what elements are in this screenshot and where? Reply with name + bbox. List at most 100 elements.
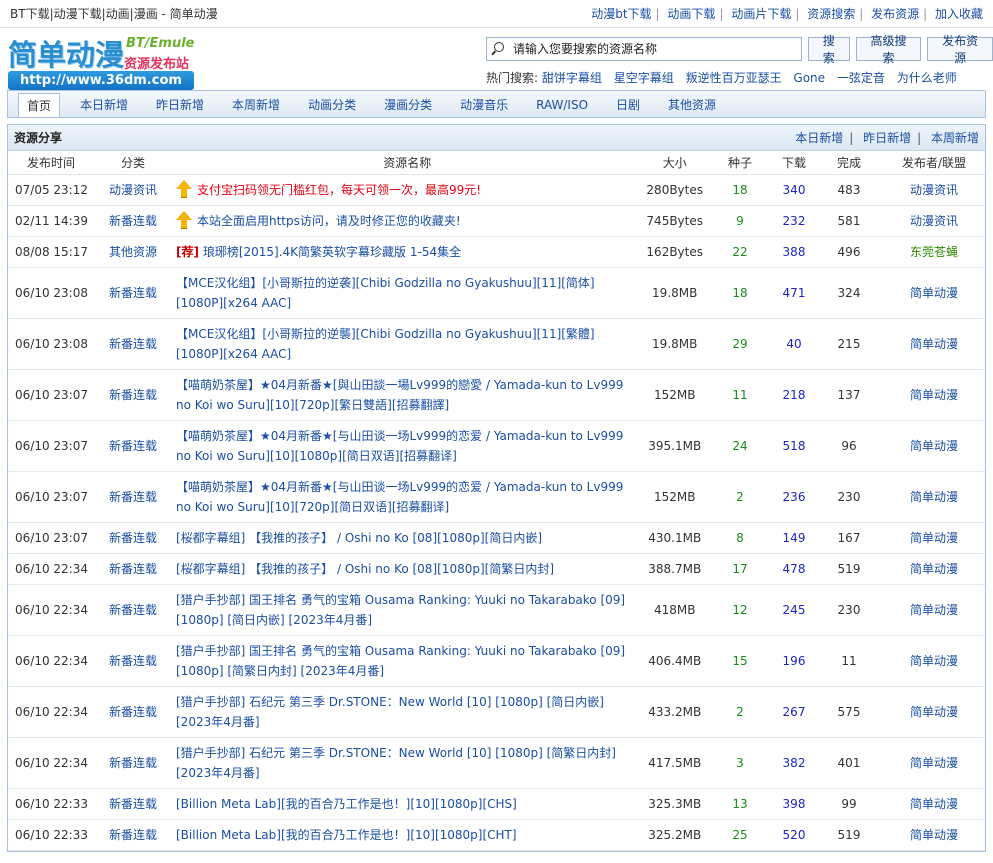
download-count-link[interactable]: 218 (783, 388, 806, 402)
resource-title-link[interactable]: 本站全面启用https访问，请及时修正您的收藏夹! (197, 214, 461, 228)
download-count-link[interactable]: 267 (783, 705, 806, 719)
category-link[interactable]: 新番连载 (109, 337, 157, 351)
category-link[interactable]: 新番连载 (109, 562, 157, 576)
category-link[interactable]: 新番连载 (109, 603, 157, 617)
hot-search-item[interactable]: 一弦定音 (837, 71, 885, 85)
resource-title-link[interactable]: 【喵萌奶茶屋】★04月新番★[与山田谈一场Lv999的恋爱 / Yamada-k… (176, 429, 623, 463)
resource-title-link[interactable]: 【喵萌奶茶屋】★04月新番★[與山田談一場Lv999的戀愛 / Yamada-k… (176, 378, 623, 412)
download-count-link[interactable]: 196 (783, 654, 806, 668)
top-link-bt-download[interactable]: 动漫bt下载 (591, 7, 651, 21)
category-link[interactable]: 新番连载 (109, 214, 157, 228)
search-icon (491, 42, 505, 56)
hot-search-item[interactable]: 星空字幕组 (614, 71, 674, 85)
cell-seeds: 25 (707, 819, 773, 851)
col-publisher: 发布者/联盟 (883, 151, 985, 175)
cell-downloads: 245 (773, 584, 815, 636)
resource-title-link[interactable]: 【MCE汉化组】[小哥斯拉的逆袭][Chibi Godzilla no Gyak… (176, 276, 595, 310)
hot-search-item[interactable]: 为什么老师 (897, 71, 957, 85)
publisher-link[interactable]: 简单动漫 (910, 654, 958, 668)
resource-title-link[interactable]: [Billion Meta Lab][我的百合乃工作是也！][10][1080p… (176, 828, 517, 842)
cell-category: 新番连载 (94, 788, 172, 820)
download-count-link[interactable]: 382 (783, 756, 806, 770)
tab-yesterday[interactable]: 昨日新增 (148, 93, 212, 117)
category-link[interactable]: 新番连载 (109, 286, 157, 300)
tab-this-week[interactable]: 本周新增 (224, 93, 288, 117)
download-count-link[interactable]: 518 (783, 439, 806, 453)
top-link-resource-search[interactable]: 资源搜索 (807, 7, 855, 21)
category-link[interactable]: 动漫资讯 (109, 183, 157, 197)
download-count-link[interactable]: 520 (783, 828, 806, 842)
search-button[interactable]: 搜索 (807, 34, 850, 65)
tab-today[interactable]: 本日新增 (72, 93, 136, 117)
top-link-publish[interactable]: 发布资源 (871, 7, 919, 21)
publisher-link[interactable]: 简单动漫 (910, 705, 958, 719)
tab-anime[interactable]: 动画分类 (300, 93, 364, 117)
panel-link-week[interactable]: 本周新增 (931, 131, 979, 145)
advanced-search-button[interactable]: 高级搜索 (855, 34, 922, 65)
top-link-anime-download[interactable]: 动画下载 (667, 7, 715, 21)
tab-music[interactable]: 动漫音乐 (452, 93, 516, 117)
publisher-link[interactable]: 简单动漫 (910, 603, 958, 617)
download-count-link[interactable]: 471 (783, 286, 806, 300)
category-link[interactable]: 新番连载 (109, 756, 157, 770)
publisher-link[interactable]: 简单动漫 (910, 562, 958, 576)
category-link[interactable]: 新番连载 (109, 828, 157, 842)
top-link-bookmark[interactable]: 加入收藏 (935, 7, 983, 21)
publisher-link[interactable]: 简单动漫 (910, 797, 958, 811)
category-link[interactable]: 新番连载 (109, 388, 157, 402)
download-count-link[interactable]: 388 (783, 245, 806, 259)
tab-jdrama[interactable]: 日剧 (608, 93, 648, 117)
resource-title-link[interactable]: [猎户手抄部] 石纪元 第三季 Dr.STONE：New World [10] … (176, 746, 616, 780)
download-count-link[interactable]: 245 (783, 603, 806, 617)
publisher-link[interactable]: 简单动漫 (910, 337, 958, 351)
panel-link-yesterday[interactable]: 昨日新增 (863, 131, 911, 145)
resource-title-link[interactable]: [桜都字幕组] 【我推的孩子】 / Oshi no Ko [08][1080p]… (176, 531, 542, 545)
resource-title-link[interactable]: [猎户手抄部] 国王排名 勇气的宝箱 Ousama Ranking: Yuuki… (176, 644, 625, 678)
download-count-link[interactable]: 340 (783, 183, 806, 197)
tab-home[interactable]: 首页 (18, 93, 61, 117)
top-link-cartoon-download[interactable]: 动画片下载 (731, 7, 791, 21)
category-link[interactable]: 其他资源 (109, 245, 157, 259)
resource-title-link[interactable]: 【喵萌奶茶屋】★04月新番★[与山田谈一场Lv999的恋爱 / Yamada-k… (176, 480, 623, 514)
hot-search-item[interactable]: Gone (793, 71, 825, 85)
download-count-link[interactable]: 398 (783, 797, 806, 811)
category-link[interactable]: 新番连载 (109, 705, 157, 719)
cell-size: 280Bytes (642, 174, 707, 206)
resource-title-link[interactable]: [猎户手抄部] 国王排名 勇气的宝箱 Ousama Ranking: Yuuki… (176, 593, 625, 627)
download-count-link[interactable]: 236 (783, 490, 806, 504)
category-link[interactable]: 新番连载 (109, 490, 157, 504)
search-input[interactable] (511, 41, 791, 57)
resource-title-link[interactable]: 支付宝扫码领无门槛红包，每天可领一次，最高99元! (197, 183, 481, 197)
resource-title-link[interactable]: 琅琊榜[2015].4K简繁英软字幕珍藏版 1-54集全 (203, 245, 461, 259)
publish-resource-button[interactable]: 发布资源 (927, 34, 993, 65)
resource-title-link[interactable]: [Billion Meta Lab][我的百合乃工作是也！][10][1080p… (176, 797, 517, 811)
publisher-link[interactable]: 动漫资讯 (910, 183, 958, 197)
hot-search-item[interactable]: 叛逆性百万亚瑟王 (686, 71, 782, 85)
publisher-link[interactable]: 动漫资讯 (910, 214, 958, 228)
publisher-link[interactable]: 东莞苍蝇 (910, 245, 958, 259)
category-link[interactable]: 新番连载 (109, 797, 157, 811)
resource-title-link[interactable]: [猎户手抄部] 石纪元 第三季 Dr.STONE：New World [10] … (176, 695, 604, 729)
site-logo[interactable]: 简单动漫 BT/Emule 资源发布站 http://www.36dm.com (8, 32, 198, 90)
tab-other[interactable]: 其他资源 (660, 93, 724, 117)
tab-manga[interactable]: 漫画分类 (376, 93, 440, 117)
publisher-link[interactable]: 简单动漫 (910, 388, 958, 402)
publisher-link[interactable]: 简单动漫 (910, 439, 958, 453)
hot-search-item[interactable]: 甜饼字幕组 (542, 71, 602, 85)
download-count-link[interactable]: 40 (786, 337, 801, 351)
download-count-link[interactable]: 478 (783, 562, 806, 576)
panel-link-today[interactable]: 本日新增 (795, 131, 843, 145)
publisher-link[interactable]: 简单动漫 (910, 531, 958, 545)
download-count-link[interactable]: 149 (783, 531, 806, 545)
category-link[interactable]: 新番连载 (109, 531, 157, 545)
publisher-link[interactable]: 简单动漫 (910, 286, 958, 300)
publisher-link[interactable]: 简单动漫 (910, 756, 958, 770)
resource-title-link[interactable]: 【MCE汉化组】[小哥斯拉的逆襲][Chibi Godzilla no Gyak… (176, 327, 595, 361)
tab-raw-iso[interactable]: RAW/ISO (528, 93, 596, 117)
resource-title-link[interactable]: [桜都字幕组] 【我推的孩子】 / Oshi no Ko [08][1080p]… (176, 562, 554, 576)
download-count-link[interactable]: 232 (783, 214, 806, 228)
category-link[interactable]: 新番连载 (109, 654, 157, 668)
publisher-link[interactable]: 简单动漫 (910, 828, 958, 842)
publisher-link[interactable]: 简单动漫 (910, 490, 958, 504)
category-link[interactable]: 新番连载 (109, 439, 157, 453)
